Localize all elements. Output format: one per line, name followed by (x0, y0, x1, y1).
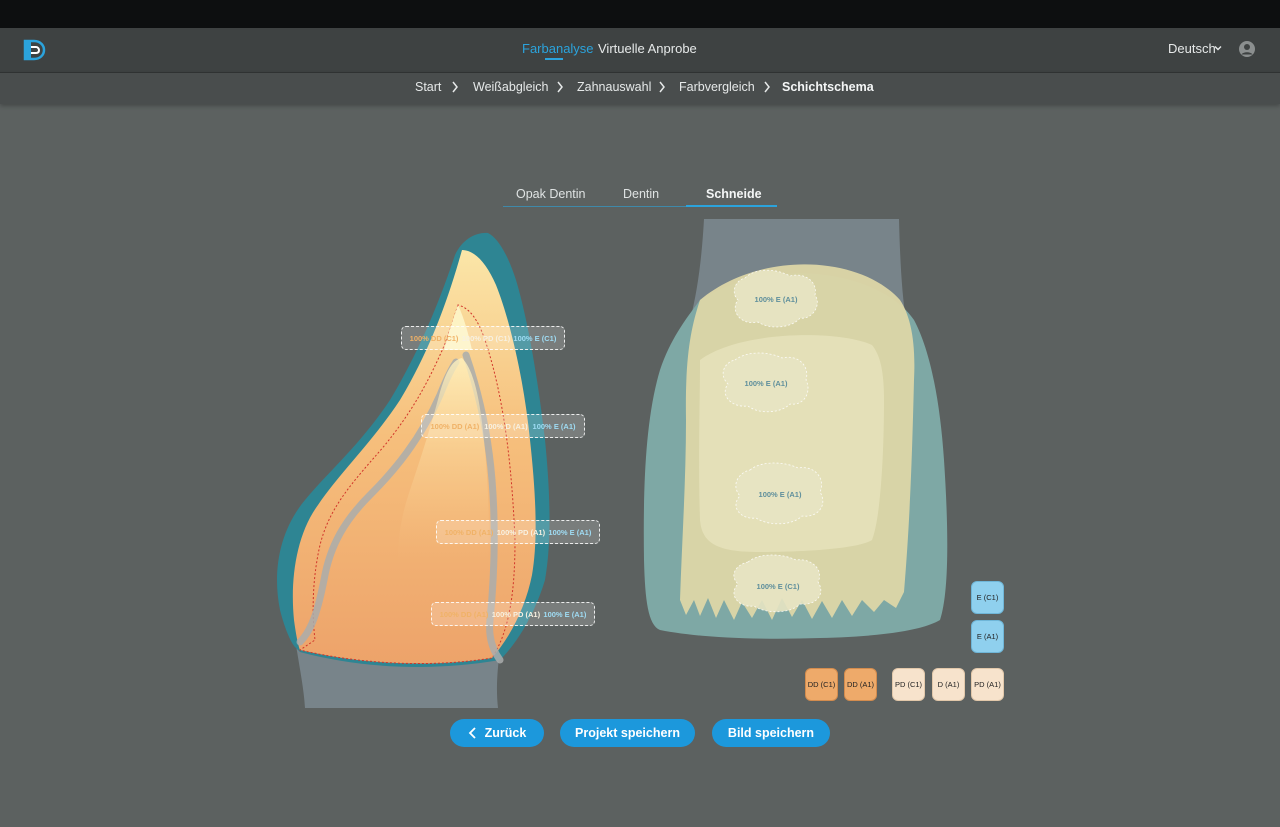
label-pd: 100% PD (A1) (491, 609, 541, 619)
legend-chip-e-c1[interactable]: E (C1) (971, 581, 1004, 614)
front-blob-label-3: 100% E (A1) (758, 490, 802, 499)
legend-chip-dd-c1[interactable]: DD (C1) (805, 668, 838, 701)
front-blob-label-4: 100% E (C1) (756, 582, 800, 591)
layer-label-side-1: 100% DD (C1) 100% PD (C1) 100% E (C1) (401, 326, 565, 350)
legend-chip-e-a1[interactable]: E (A1) (971, 620, 1004, 653)
layer-label-side-3: 100% DD (A1) 100% PD (A1) 100% E (A1) (436, 520, 600, 544)
label-e: 100% E (A1) (532, 421, 576, 431)
layering-scheme-canvas (277, 219, 948, 708)
save-project-button[interactable]: Projekt speichern (560, 719, 695, 747)
chevron-left-icon (468, 727, 476, 739)
front-blob-label-2: 100% E (A1) (744, 379, 788, 388)
label-e: 100% E (A1) (548, 527, 592, 537)
tooth-front-view (643, 219, 948, 639)
label-e: 100% E (C1) (513, 333, 557, 343)
legend-chip-pd-a1[interactable]: PD (A1) (971, 668, 1004, 701)
save-image-button[interactable]: Bild speichern (712, 719, 830, 747)
save-project-button-label: Projekt speichern (575, 726, 680, 740)
label-pd: 100% PD (C1) (461, 333, 511, 343)
back-button[interactable]: Zurück (450, 719, 544, 747)
label-dd: 100% DD (C1) (409, 333, 459, 343)
label-dd: 100% DD (A1) (444, 527, 494, 537)
legend-chip-dd-a1[interactable]: DD (A1) (844, 668, 877, 701)
save-image-button-label: Bild speichern (727, 726, 815, 740)
tooth-side-view (277, 232, 550, 708)
front-blob-label-1: 100% E (A1) (754, 295, 798, 304)
label-dd: 100% DD (A1) (430, 421, 480, 431)
layer-label-side-4: 100% DD (A1) 100% PD (A1) 100% E (A1) (431, 602, 595, 626)
label-e: 100% E (A1) (543, 609, 587, 619)
back-button-label: Zurück (484, 726, 527, 740)
label-dd: 100% DD (A1) (439, 609, 489, 619)
label-pd: 100% D (A1) (484, 421, 528, 431)
layer-label-side-2: 100% DD (A1) 100% D (A1) 100% E (A1) (421, 414, 585, 438)
label-pd: 100% PD (A1) (496, 527, 546, 537)
legend-chip-d-a1[interactable]: D (A1) (932, 668, 965, 701)
legend-chip-pd-c1[interactable]: PD (C1) (892, 668, 925, 701)
